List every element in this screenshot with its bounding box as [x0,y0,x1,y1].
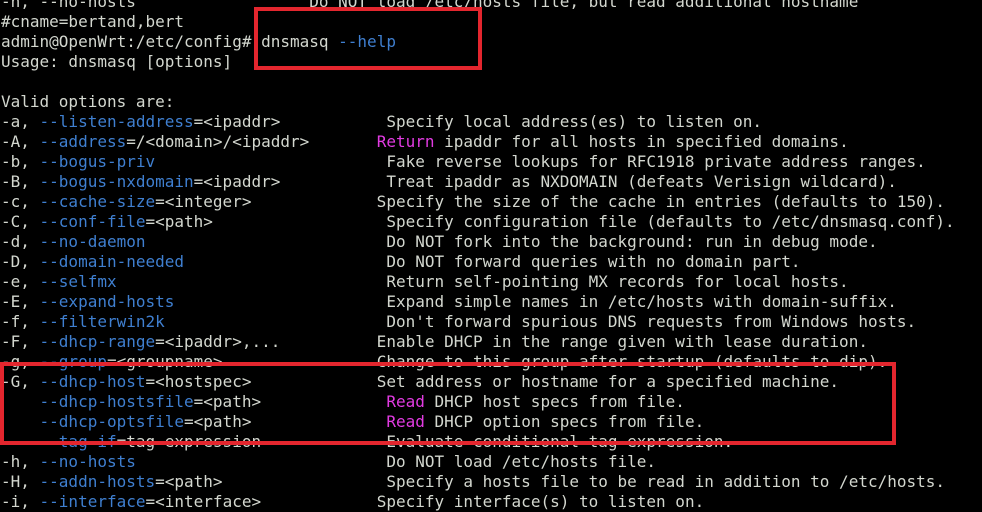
terminal-line: -D, --domain-needed Do NOT forward queri… [1,252,801,272]
terminal-text: -F, [1,332,40,351]
option-flag: --selfmx [39,272,117,291]
terminal-line: -h, --no-hosts Do NOT load /etc/hosts fi… [1,0,858,12]
terminal-text: -C, [1,212,40,231]
terminal-line: #cname=bertand,bert [1,12,184,32]
terminal-text: -H, [1,472,40,491]
terminal-text: -e, [1,272,40,291]
terminal-text: Return self-pointing MX records for loca… [116,272,849,291]
option-flag: --bogus-priv [39,152,156,171]
terminal-text: -g, [1,352,40,371]
terminal-line: Usage: dnsmasq [options] [1,52,232,72]
terminal-text: -h, [1,452,40,471]
option-flag: --tag-if [39,432,117,451]
terminal-line: -H, --addn-hosts=<path> Specify a hosts … [1,472,945,492]
terminal-line: -b, --bogus-priv Fake reverse lookups fo… [1,152,926,172]
terminal-line: -G, --dhcp-host=<hostspec> Set address o… [1,372,839,392]
option-flag: --dhcp-range [39,332,156,351]
option-flag: --interface [39,492,146,511]
terminal-text: -d, [1,232,40,251]
terminal-line: -i, --interface=<interface> Specify inte… [1,492,704,512]
terminal-text: -a, [1,112,40,131]
option-flag: --no-daemon [39,232,146,251]
option-flag: --filterwin2k [39,312,165,331]
terminal-text: -b, [1,152,40,171]
terminal-text: DHCP option specs from file. [424,412,705,431]
terminal-line: -B, --bogus-nxdomain=<ipaddr> Treat ipad… [1,172,897,192]
option-flag: --group [39,352,107,371]
terminal-text: -A, [1,132,40,151]
terminal-text: -i, [1,492,40,511]
option-flag: --addn-hosts [39,472,156,491]
terminal-text: Valid options are: [1,92,175,111]
terminal-line: -g, --group=<groupname> Change to this g… [1,352,887,372]
option-flag: --listen-address [39,112,194,131]
terminal-text: DHCP host specs from file. [424,392,685,411]
terminal-text: =tag-expression Evaluate conditional tag… [116,432,734,451]
terminal-text: Fake reverse lookups for RFC1918 private… [155,152,926,171]
terminal-text: Usage: dnsmasq [options] [1,52,233,71]
option-flag: --address [39,132,127,151]
terminal-text: =<path> [193,392,387,411]
option-flag: --conf-file [39,212,146,231]
terminal-text: Don't forward spurious DNS requests from… [164,312,917,331]
terminal-text: -c, [1,192,40,211]
terminal-text: =<ipaddr> Specify local address(es) to l… [193,112,762,131]
terminal-line: -F, --dhcp-range=<ipaddr>,... Enable DHC… [1,332,868,352]
terminal-text: -E, [1,292,40,311]
terminal-text: =/<domain>/<ipaddr> [126,132,377,151]
terminal-line: -e, --selfmx Return self-pointing MX rec… [1,272,849,292]
option-flag: --cache-size [39,192,156,211]
terminal-text: #cname=bertand,bert [1,12,185,31]
option-flag: --dhcp-hostsfile [39,392,194,411]
terminal-text: =<interface> Specify interface(s) to lis… [145,492,705,511]
option-flag: --dhcp-host [39,372,146,391]
terminal-text: =<hostspec> Set address or hostname for … [145,372,840,391]
terminal-line: admin@OpenWrt:/etc/config# dnsmasq --hel… [1,32,396,52]
terminal-text: -B, [1,172,40,191]
terminal-line: -h, --no-hosts Do NOT load /etc/hosts fi… [1,452,656,472]
keyword-text: Read [386,392,425,411]
terminal-line: -f, --filterwin2k Don't forward spurious… [1,312,916,332]
terminal-text: =<ipaddr> Treat ipaddr as NXDOMAIN (defe… [193,172,897,191]
terminal-text: =<ipaddr>,... Enable DHCP in the range g… [155,332,868,351]
terminal-text: -G, [1,372,40,391]
terminal-line: -E, --expand-hosts Expand simple names i… [1,292,897,312]
keyword-text: Read [386,412,425,431]
terminal-line: --dhcp-hostsfile=<path> Read DHCP host s… [1,392,685,412]
terminal-text: admin@OpenWrt:/etc/config# dnsmasq [1,32,339,51]
terminal-text: =<path> Specify configuration file (defa… [145,212,955,231]
terminal-line: --tag-if=tag-expression Evaluate conditi… [1,432,734,452]
option-flag: --bogus-nxdomain [39,172,194,191]
terminal-line: -C, --conf-file=<path> Specify configura… [1,212,955,232]
keyword-text: Return [376,132,435,151]
terminal-text: =<integer> Specify the size of the cache… [155,192,946,211]
terminal-text: =<path> [184,412,387,431]
terminal-text: Do NOT forward queries with no domain pa… [184,252,801,271]
terminal-text: ipaddr for all hosts in specified domain… [434,132,849,151]
option-flag: --dhcp-optsfile [39,412,185,431]
terminal-text: =<path> Specify a hosts file to be read … [155,472,946,491]
option-flag: --no-hosts [39,452,136,471]
option-flag: --help [338,32,396,51]
terminal-line: -a, --listen-address=<ipaddr> Specify lo… [1,112,762,132]
terminal-text: -D, [1,252,40,271]
terminal-line: -A, --address=/<domain>/<ipaddr> Return … [1,132,849,152]
option-flag: --domain-needed [39,252,185,271]
terminal-line: -c, --cache-size=<integer> Specify the s… [1,192,945,212]
terminal-text: Expand simple names in /etc/hosts with d… [174,292,897,311]
terminal-output[interactable]: -h, --no-hosts Do NOT load /etc/hosts fi… [0,0,982,511]
option-flag: --expand-hosts [39,292,175,311]
terminal-text: Do NOT load /etc/hosts file. [135,452,657,471]
terminal-line: --dhcp-optsfile=<path> Read DHCP option … [1,412,705,432]
terminal-line: -d, --no-daemon Do NOT fork into the bac… [1,232,878,252]
terminal-text: Do NOT fork into the background: run in … [145,232,878,251]
terminal-text: -h, --no-hosts Do NOT load /etc/hosts fi… [1,0,859,11]
terminal-line: Valid options are: [1,92,174,112]
terminal-text: -f, [1,312,40,331]
terminal-text: =<groupname> Change to this group after … [106,352,888,371]
